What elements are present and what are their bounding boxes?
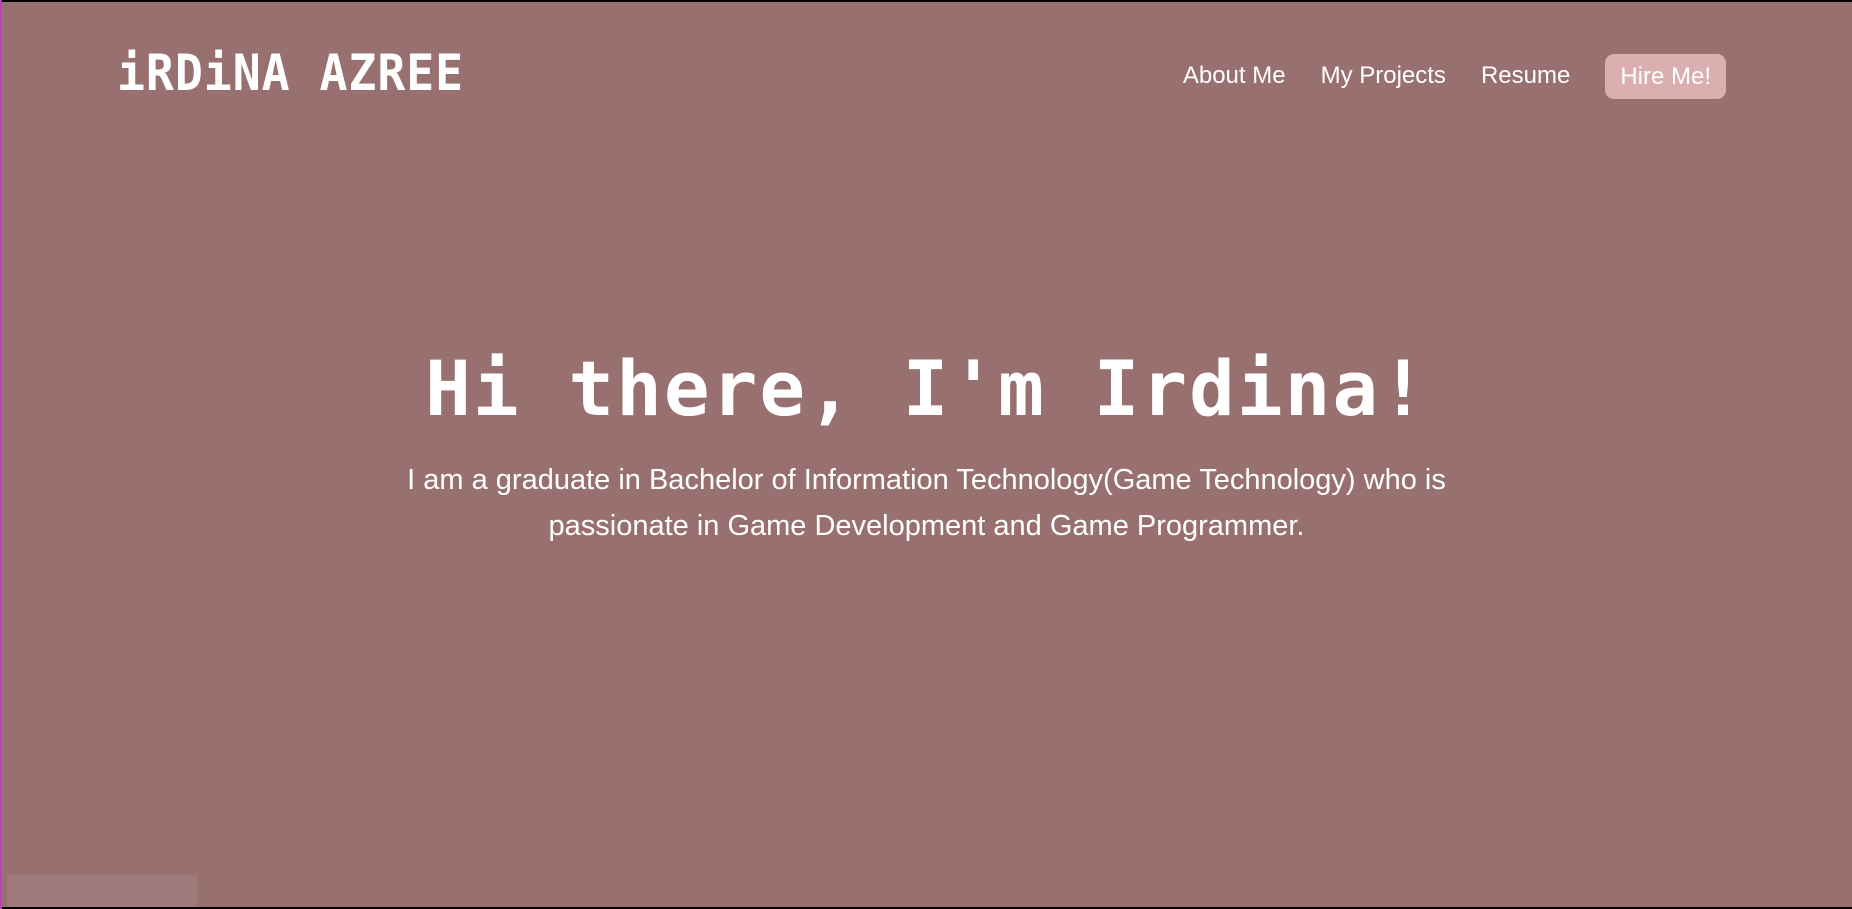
landing-page: iRDiNA AZREE About Me My Projects Resume… — [1, 2, 1852, 907]
status-overlay — [7, 875, 197, 907]
hero-title: Hi there, I'm Irdina! — [425, 344, 1428, 433]
nav-link-about-me[interactable]: About Me — [1183, 62, 1286, 90]
nav-link-resume[interactable]: Resume — [1481, 62, 1570, 90]
hero-subtitle: I am a graduate in Bachelor of Informati… — [407, 464, 1446, 542]
site-logo[interactable]: iRDiNA AZREE — [117, 48, 464, 98]
nav-link-my-projects[interactable]: My Projects — [1321, 62, 1446, 90]
main-nav: About Me My Projects Resume Hire Me! — [1183, 52, 1726, 100]
hire-me-button[interactable]: Hire Me! — [1605, 53, 1726, 99]
hero-section: Hi there, I'm Irdina! I am a graduate in… — [1, 347, 1852, 549]
